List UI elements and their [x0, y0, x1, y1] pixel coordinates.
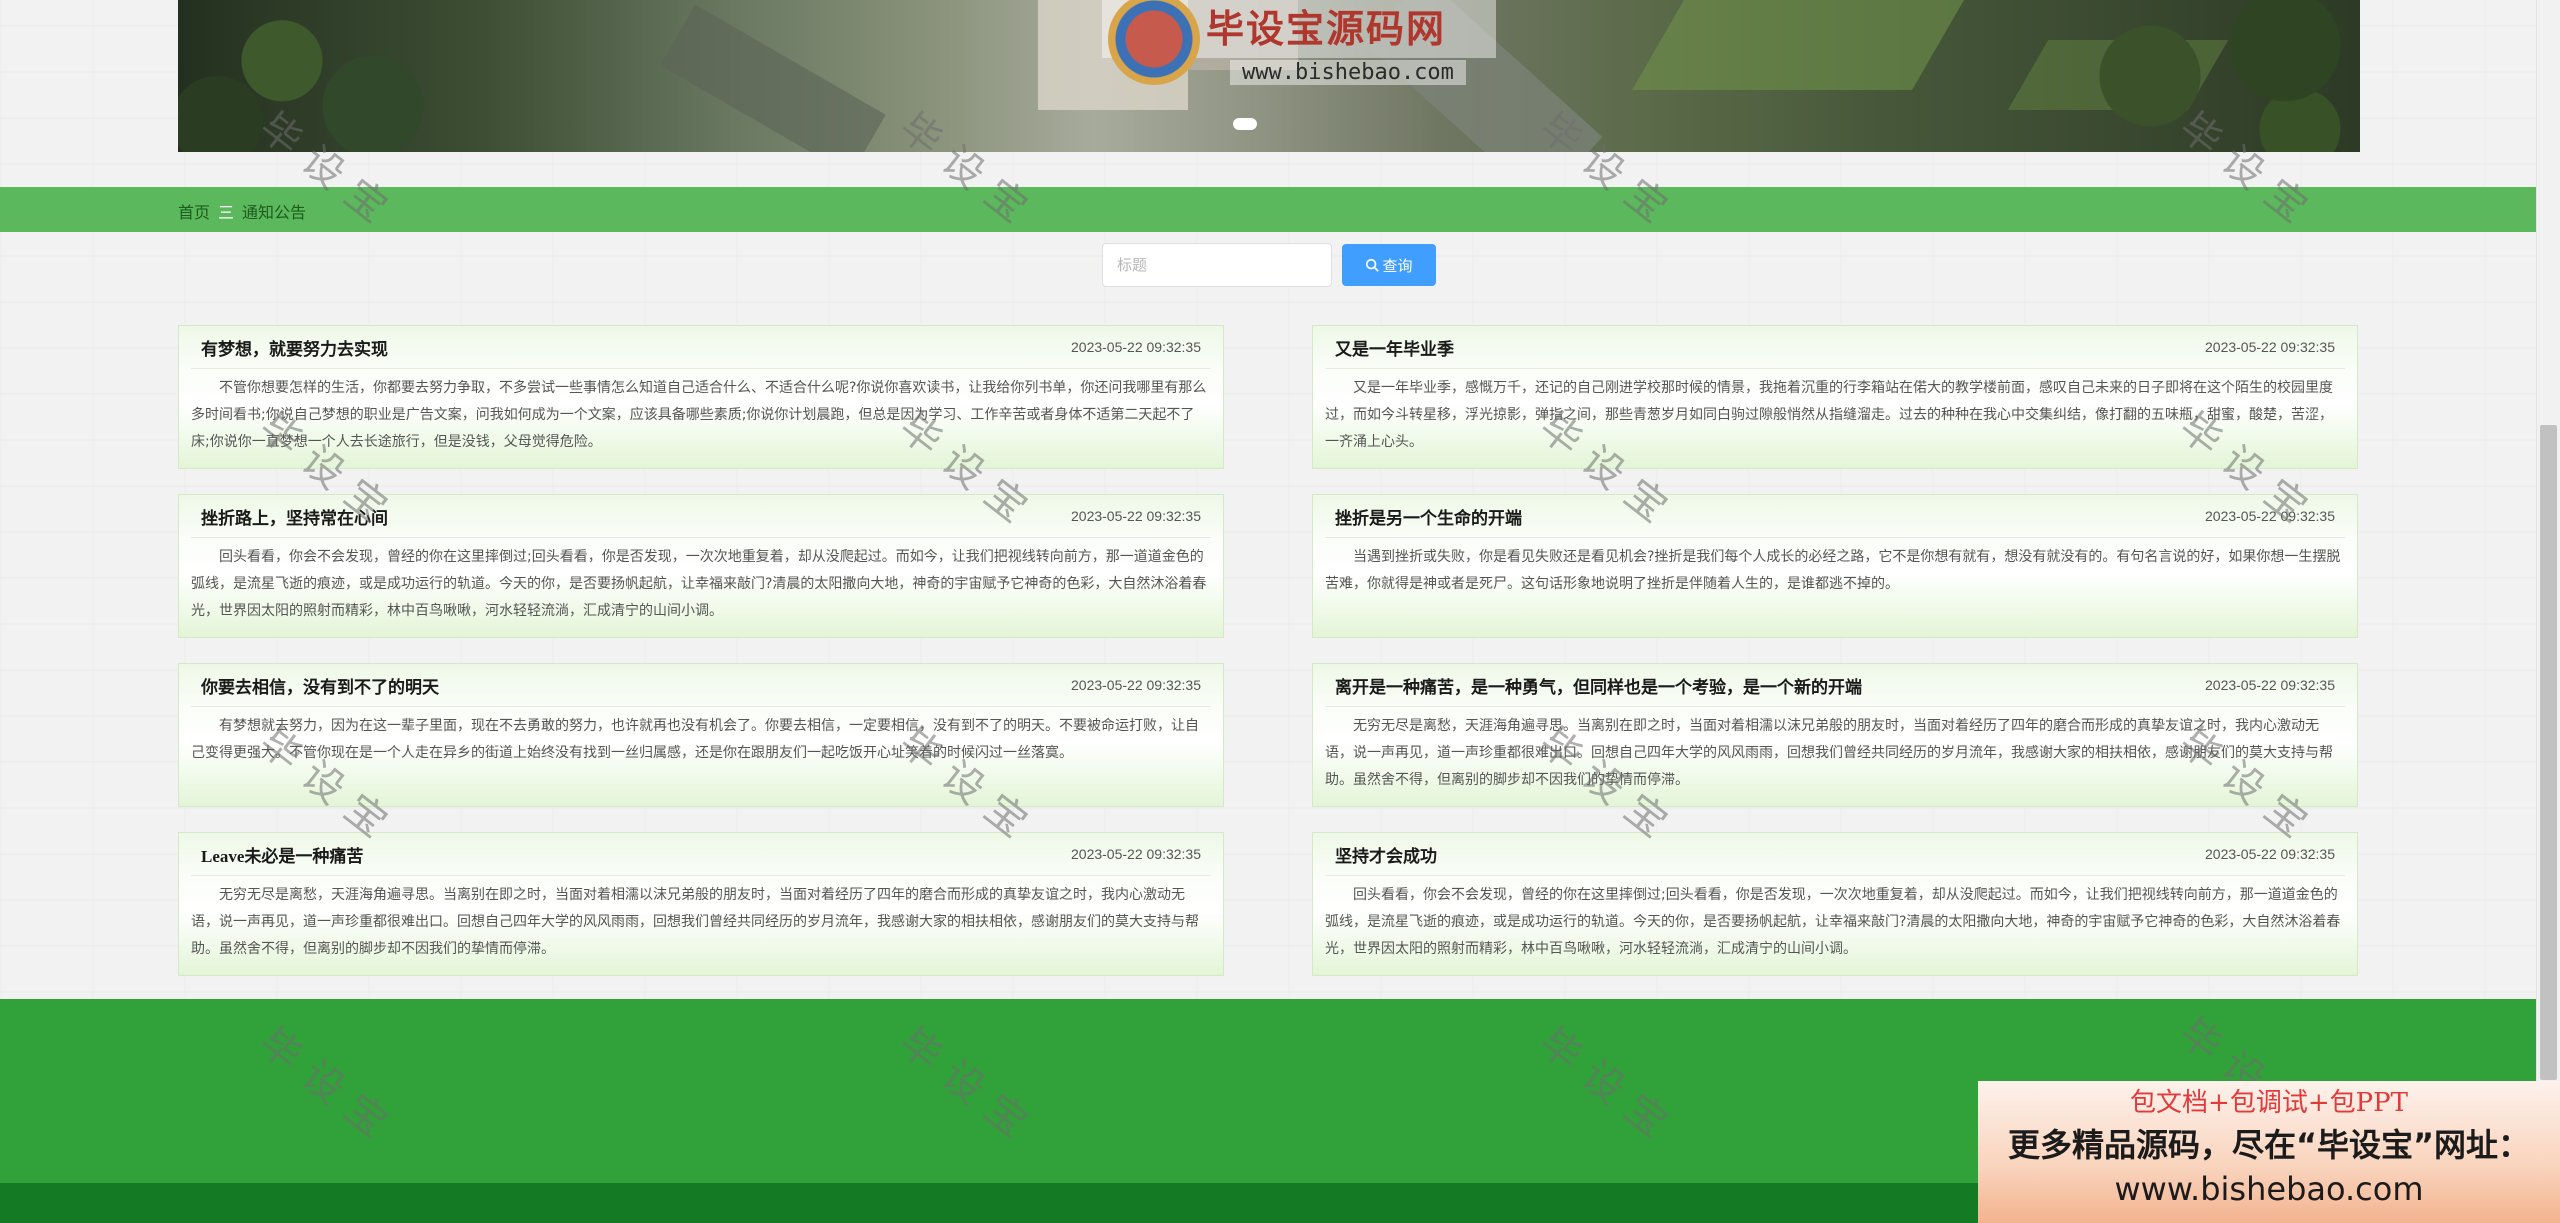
- logo-title: 毕设宝源码网: [1206, 6, 1447, 51]
- notice-card[interactable]: 坚持才会成功 2023-05-22 09:32:35 回头看看，你会不会发现，曾…: [1312, 832, 2358, 976]
- banner-lawn: [1632, 0, 1964, 90]
- notice-card[interactable]: 挫折是另一个生命的开端 2023-05-22 09:32:35 当遇到挫折或失败…: [1312, 494, 2358, 638]
- notice-time: 2023-05-22 09:32:35: [1071, 677, 1201, 693]
- scrollbar-thumb[interactable]: [2540, 425, 2557, 1080]
- breadcrumb-current: 通知公告: [242, 205, 307, 222]
- notice-title[interactable]: 你要去相信，没有到不了的明天: [201, 673, 439, 698]
- breadcrumb: 首页三通知公告: [178, 199, 306, 223]
- notice-card-header: 你要去相信，没有到不了的明天 2023-05-22 09:32:35: [191, 664, 1211, 707]
- notice-title[interactable]: 离开是一种痛苦，是一种勇气，但同样也是一个考验，是一个新的开端: [1335, 673, 1862, 698]
- notice-card[interactable]: 挫折路上，坚持常在心间 2023-05-22 09:32:35 回头看看，你会不…: [178, 494, 1224, 638]
- notice-title[interactable]: 挫折是另一个生命的开端: [1335, 504, 1522, 529]
- search-icon: [1366, 258, 1380, 272]
- promo-url: www.bishebao.com: [2114, 1170, 2424, 1208]
- title-search-input[interactable]: [1102, 243, 1332, 287]
- page-scrollbar[interactable]: [2536, 0, 2560, 1223]
- notice-time: 2023-05-22 09:32:35: [2205, 846, 2335, 862]
- notice-content: 当遇到挫折或失败，你是看见失败还是看见机会?挫折是我们每个人成长的必经之路，它不…: [1325, 549, 2341, 592]
- notice-title[interactable]: 有梦想，就要努力去实现: [201, 335, 388, 360]
- site-logo-watermark: 毕设宝源码网: [1102, 0, 1496, 85]
- notice-time: 2023-05-22 09:32:35: [2205, 339, 2335, 355]
- search-button-label: 查询: [1382, 257, 1413, 275]
- notice-card-header: 坚持才会成功 2023-05-22 09:32:35: [1325, 833, 2345, 876]
- promo-line-1: 包文档+包调试+包PPT: [2130, 1088, 2408, 1118]
- notice-card-header: 又是一年毕业季 2023-05-22 09:32:35: [1325, 326, 2345, 369]
- banner-road: [660, 4, 886, 152]
- promo-line-2: 更多精品源码，尽在“毕设宝”网址：: [2007, 1126, 2531, 1164]
- notice-time: 2023-05-22 09:32:35: [1071, 339, 1201, 355]
- carousel-indicator-dot[interactable]: [1233, 118, 1257, 130]
- notice-title[interactable]: 坚持才会成功: [1335, 842, 1437, 867]
- notice-content: 无穷无尽是离愁，天涯海角遍寻思。当离别在即之时，当面对着相濡以沫兄弟般的朋友时，…: [191, 887, 1199, 957]
- logo-url: www.bishebao.com: [1230, 60, 1466, 85]
- search-button[interactable]: 查询: [1342, 244, 1436, 286]
- notice-card-header: Leave未必是一种痛苦 2023-05-22 09:32:35: [191, 833, 1211, 876]
- notice-time: 2023-05-22 09:32:35: [1071, 508, 1201, 524]
- notice-title[interactable]: 又是一年毕业季: [1335, 335, 1454, 360]
- notice-time: 2023-05-22 09:32:35: [1071, 846, 1201, 862]
- promo-overlay: 包文档+包调试+包PPT 更多精品源码，尽在“毕设宝”网址： www.bishe…: [1978, 1081, 2560, 1223]
- notice-card-header: 有梦想，就要努力去实现 2023-05-22 09:32:35: [191, 326, 1211, 369]
- notice-card-header: 离开是一种痛苦，是一种勇气，但同样也是一个考验，是一个新的开端 2023-05-…: [1325, 664, 2345, 707]
- breadcrumb-home-link[interactable]: 首页: [178, 205, 210, 222]
- notice-card-header: 挫折是另一个生命的开端 2023-05-22 09:32:35: [1325, 495, 2345, 538]
- breadcrumb-separator-icon: 三: [218, 205, 235, 222]
- notice-content: 回头看看，你会不会发现，曾经的你在这里摔倒过;回头看看，你是否发现，一次次地重复…: [1325, 887, 2341, 957]
- notice-card[interactable]: Leave未必是一种痛苦 2023-05-22 09:32:35 无穷无尽是离愁…: [178, 832, 1224, 976]
- notice-time: 2023-05-22 09:32:35: [2205, 677, 2335, 693]
- notice-content: 回头看看，你会不会发现，曾经的你在这里摔倒过;回头看看，你是否发现，一次次地重复…: [191, 549, 1207, 619]
- notice-title[interactable]: Leave未必是一种痛苦: [201, 842, 363, 867]
